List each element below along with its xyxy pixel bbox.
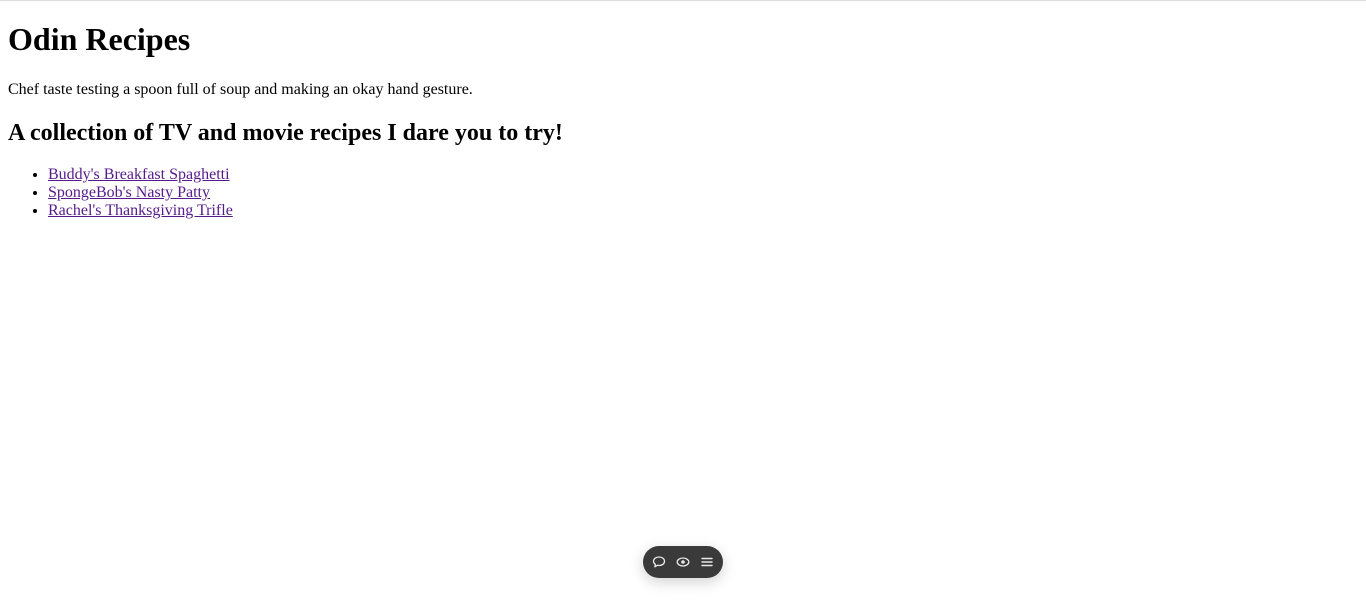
list-item: SpongeBob's Nasty Patty bbox=[48, 184, 1358, 202]
page-subtitle: A collection of TV and movie recipes I d… bbox=[8, 120, 563, 146]
image-alt-text: Chef taste testing a spoon full of soup … bbox=[8, 81, 473, 98]
recipe-link-spongebobs-nasty-patty[interactable]: SpongeBob's Nasty Patty bbox=[48, 184, 210, 201]
page-content: Odin Recipes Chef taste testing a spoon … bbox=[8, 0, 1358, 220]
list-item: Rachel's Thanksgiving Trifle bbox=[48, 202, 1358, 220]
recipe-link-rachels-thanksgiving-trifle[interactable]: Rachel's Thanksgiving Trifle bbox=[48, 202, 233, 219]
eye-icon bbox=[676, 557, 690, 567]
floating-toolbar bbox=[643, 546, 723, 578]
page-title: Odin Recipes bbox=[8, 21, 191, 57]
eye-button[interactable] bbox=[676, 555, 690, 569]
recipe-list: Buddy's Breakfast Spaghetti SpongeBob's … bbox=[8, 166, 1358, 220]
recipe-link-buddys-breakfast-spaghetti[interactable]: Buddy's Breakfast Spaghetti bbox=[48, 166, 230, 183]
list-item: Buddy's Breakfast Spaghetti bbox=[48, 166, 1358, 184]
menu-button[interactable] bbox=[700, 555, 714, 569]
menu-icon bbox=[701, 557, 713, 567]
comment-button[interactable] bbox=[652, 555, 666, 569]
comment-icon bbox=[652, 556, 666, 568]
